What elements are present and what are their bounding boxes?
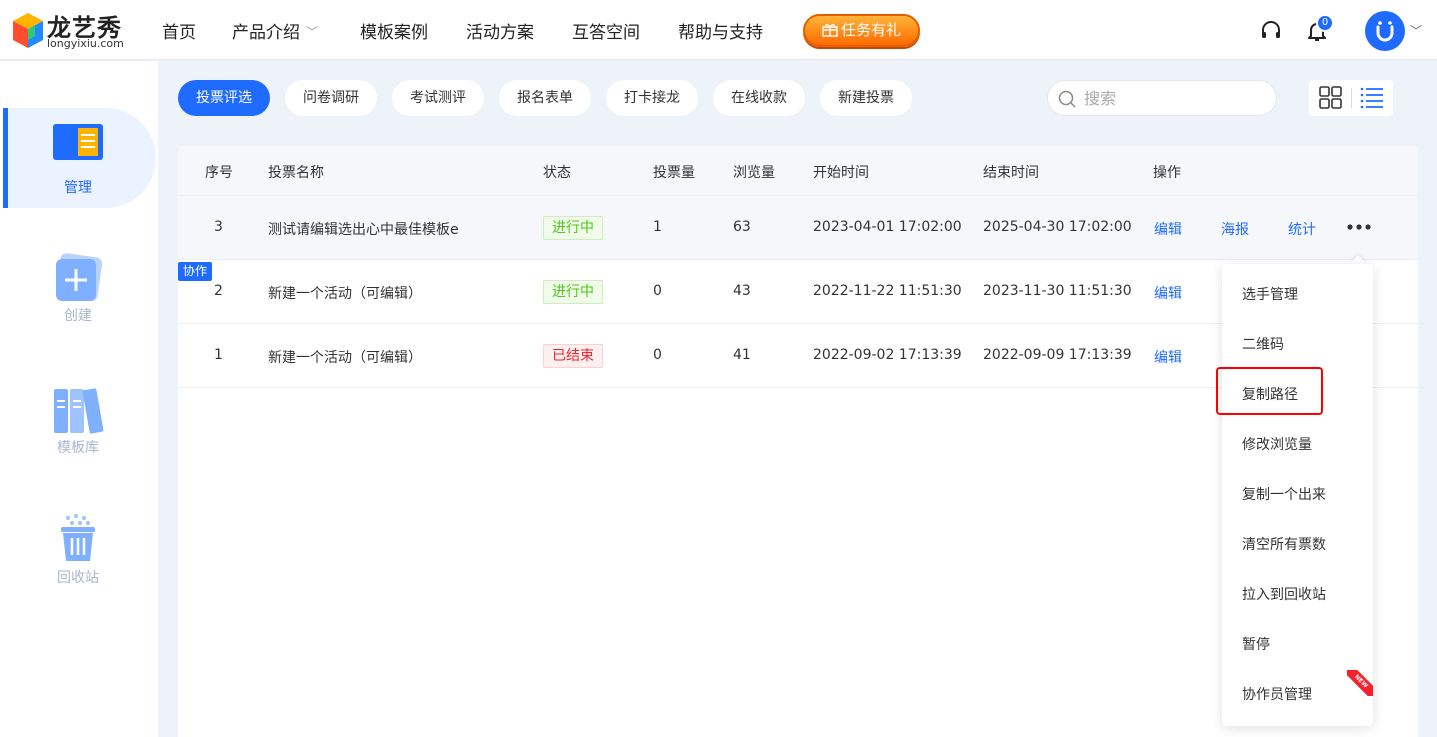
row-votes: 0 [653, 283, 662, 299]
col-no: 序号 [205, 165, 233, 181]
gift-icon [822, 24, 838, 37]
tab-payment[interactable]: 在线收款 [713, 80, 805, 116]
row-votes: 1 [653, 219, 662, 235]
nav-qa-space[interactable]: 互答空间 [572, 18, 640, 43]
more-options-icon[interactable] [1346, 220, 1372, 234]
copy-path-highlight [1216, 367, 1323, 415]
row-votes: 0 [653, 347, 662, 363]
col-start: 开始时间 [813, 165, 869, 181]
brand-logo[interactable]: 龙艺秀 longyixiu.com [11, 9, 131, 51]
new-badge: NEW [1347, 670, 1373, 696]
row-views: 43 [733, 283, 751, 299]
nav-templates[interactable]: 模板案例 [360, 18, 428, 43]
search-icon [1058, 90, 1076, 108]
nav-help[interactable]: 帮助与支持 [678, 18, 763, 43]
row-no: 2 [214, 283, 223, 299]
sidebar-label-manage: 管理 [64, 180, 92, 196]
menu-item-pause[interactable]: 暂停 [1222, 620, 1373, 670]
col-status: 状态 [543, 165, 571, 181]
sidebar-item-manage[interactable]: 管理 [0, 108, 158, 208]
row-end-time: 2023-11-30 11:51:30 [983, 283, 1132, 299]
brand-domain: longyixiu.com [47, 37, 124, 50]
search-input[interactable] [1084, 81, 1269, 115]
row-no: 1 [214, 347, 223, 363]
user-avatar[interactable] [1365, 11, 1405, 51]
grid-view-icon[interactable] [1309, 80, 1351, 116]
row-name[interactable]: 新建一个活动（可编辑） [268, 283, 422, 303]
top-header: 龙艺秀 longyixiu.com 首页 产品介绍 ﹀ 模板案例 活动方案 互答空… [0, 0, 1437, 60]
status-badge: 进行中 [543, 216, 603, 240]
avatar-face-icon [1376, 21, 1394, 42]
row-name[interactable]: 测试请编辑选出心中最佳模板e [268, 219, 459, 239]
row-no: 3 [214, 219, 223, 235]
row-start-time: 2023-04-01 17:02:00 [813, 219, 962, 235]
menu-item-contestants[interactable]: 选手管理 [1222, 270, 1373, 320]
more-options-menu: 选手管理 二维码 复制路径 修改浏览量 复制一个出来 清空所有票数 拉入到回收站… [1222, 264, 1373, 726]
tab-new-vote[interactable]: 新建投票 [820, 80, 912, 116]
sidebar: 管理 创建 模板库 回收站 [0, 61, 158, 737]
col-end: 结束时间 [983, 165, 1039, 181]
logo-cube-icon [13, 13, 43, 48]
gift-label: 任务有礼 [840, 21, 901, 39]
create-icon [55, 253, 103, 302]
nav-solutions[interactable]: 活动方案 [466, 18, 534, 43]
template-library-icon [54, 388, 104, 434]
col-actions: 操作 [1153, 165, 1181, 181]
nav-products[interactable]: 产品介绍 ﹀ [232, 18, 318, 43]
row-end-time: 2025-04-30 17:02:00 [983, 219, 1132, 235]
tab-exam[interactable]: 考试测评 [392, 80, 484, 116]
collaborator-tag: 协作 [178, 262, 213, 281]
menu-item-move-to-recycle[interactable]: 拉入到回收站 [1222, 570, 1373, 620]
sidebar-item-recycle[interactable]: 回收站 [0, 513, 158, 613]
col-votes: 投票量 [653, 165, 695, 181]
row-end-time: 2022-09-09 17:13:39 [983, 347, 1132, 363]
new-badge-label: NEW [1347, 670, 1373, 696]
edit-link[interactable]: 编辑 [1154, 283, 1182, 303]
stats-link[interactable]: 统计 [1288, 219, 1316, 239]
recycle-bin-icon [61, 514, 95, 561]
status-badge: 进行中 [543, 280, 603, 304]
menu-item-qrcode[interactable]: 二维码 [1222, 320, 1373, 370]
col-views: 浏览量 [733, 165, 775, 181]
row-start-time: 2022-11-22 11:51:30 [813, 283, 962, 299]
poster-link[interactable]: 海报 [1221, 219, 1249, 239]
headset-icon[interactable] [1259, 19, 1283, 43]
tab-survey[interactable]: 问卷调研 [285, 80, 377, 116]
edit-link[interactable]: 编辑 [1154, 347, 1182, 367]
sidebar-label-templates: 模板库 [57, 440, 99, 456]
avatar-chevron-icon[interactable]: ﹀ [1410, 22, 1422, 39]
search-box [1047, 80, 1277, 116]
status-badge: 已结束 [543, 344, 603, 368]
task-gift-button[interactable]: 任务有礼 [803, 14, 920, 47]
list-view-icon[interactable] [1351, 80, 1393, 116]
sidebar-label-recycle: 回收站 [57, 570, 99, 586]
menu-item-clear-votes[interactable]: 清空所有票数 [1222, 520, 1373, 570]
tab-checkin[interactable]: 打卡接龙 [606, 80, 698, 116]
sidebar-item-create[interactable]: 创建 [0, 251, 158, 351]
row-views: 41 [733, 347, 751, 363]
notification-badge: 0 [1316, 14, 1334, 32]
edit-link[interactable]: 编辑 [1154, 219, 1182, 239]
tab-signup-form[interactable]: 报名表单 [499, 80, 591, 116]
sidebar-item-templates[interactable]: 模板库 [0, 383, 158, 483]
chevron-down-icon: ﹀ [306, 25, 319, 39]
row-name[interactable]: 新建一个活动（可编辑） [268, 347, 422, 367]
manage-icon [53, 124, 103, 160]
menu-item-edit-views[interactable]: 修改浏览量 [1222, 420, 1373, 470]
nav-products-label: 产品介绍 [232, 23, 300, 43]
row-views: 63 [733, 219, 751, 235]
table-row[interactable]: 3 测试请编辑选出心中最佳模板e 进行中 1 63 2023-04-01 17:… [178, 196, 1418, 260]
row-start-time: 2022-09-02 17:13:39 [813, 347, 962, 363]
view-toggle [1309, 80, 1393, 116]
tab-vote[interactable]: 投票评选 [178, 80, 270, 116]
menu-item-duplicate[interactable]: 复制一个出来 [1222, 470, 1373, 520]
col-name: 投票名称 [268, 165, 324, 181]
sidebar-label-create: 创建 [64, 308, 92, 324]
nav-home[interactable]: 首页 [162, 18, 196, 43]
table-header: 序号 投票名称 状态 投票量 浏览量 开始时间 结束时间 操作 [178, 146, 1418, 196]
